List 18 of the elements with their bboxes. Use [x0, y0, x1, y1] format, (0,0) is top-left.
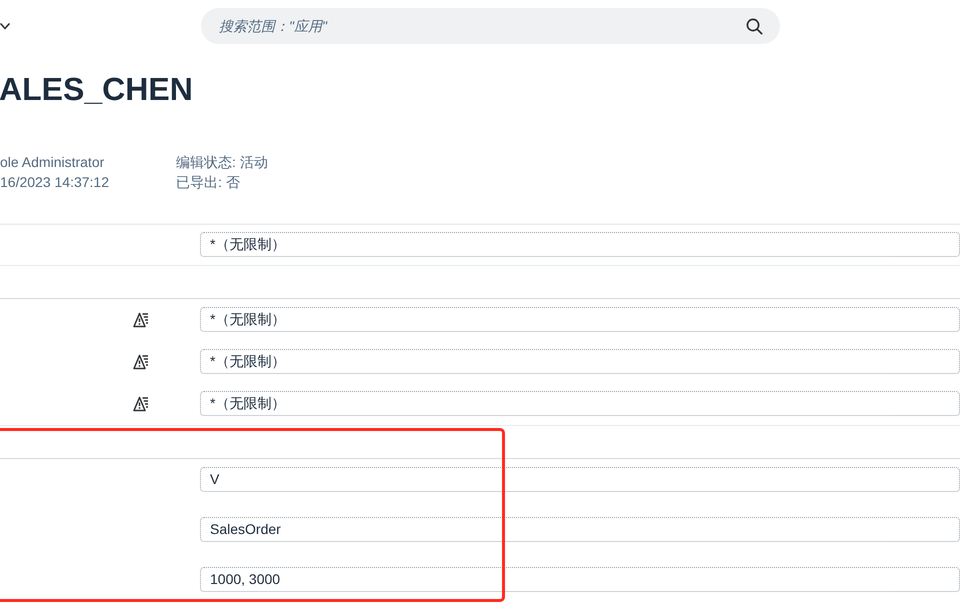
detail-text: 编辑状态: 活动	[176, 153, 268, 172]
triangle-list-icon[interactable]	[133, 354, 149, 370]
detail-text: ole Administrator	[0, 153, 104, 172]
triangle-list-icon[interactable]	[133, 396, 149, 412]
search-icon[interactable]	[746, 18, 763, 34]
chevron-down-icon[interactable]	[0, 22, 10, 30]
detail-text: 16/2023 14:37:12	[0, 173, 109, 192]
value-field[interactable]: V	[200, 467, 960, 492]
value-field[interactable]: *（无限制）	[200, 307, 960, 332]
search-field[interactable]: 搜索范围："应用"	[201, 8, 780, 44]
value-field[interactable]: SalesOrder	[200, 517, 960, 542]
value-field[interactable]: 1000, 3000	[200, 567, 960, 592]
detail-text: 已导出: 否	[176, 173, 240, 192]
value-field[interactable]: *（无限制）	[200, 232, 960, 257]
page-title: ALES_CHEN	[0, 70, 193, 109]
value-field[interactable]: *（无限制）	[200, 349, 960, 374]
triangle-list-icon[interactable]	[133, 312, 149, 328]
value-field[interactable]: *（无限制）	[200, 391, 960, 416]
